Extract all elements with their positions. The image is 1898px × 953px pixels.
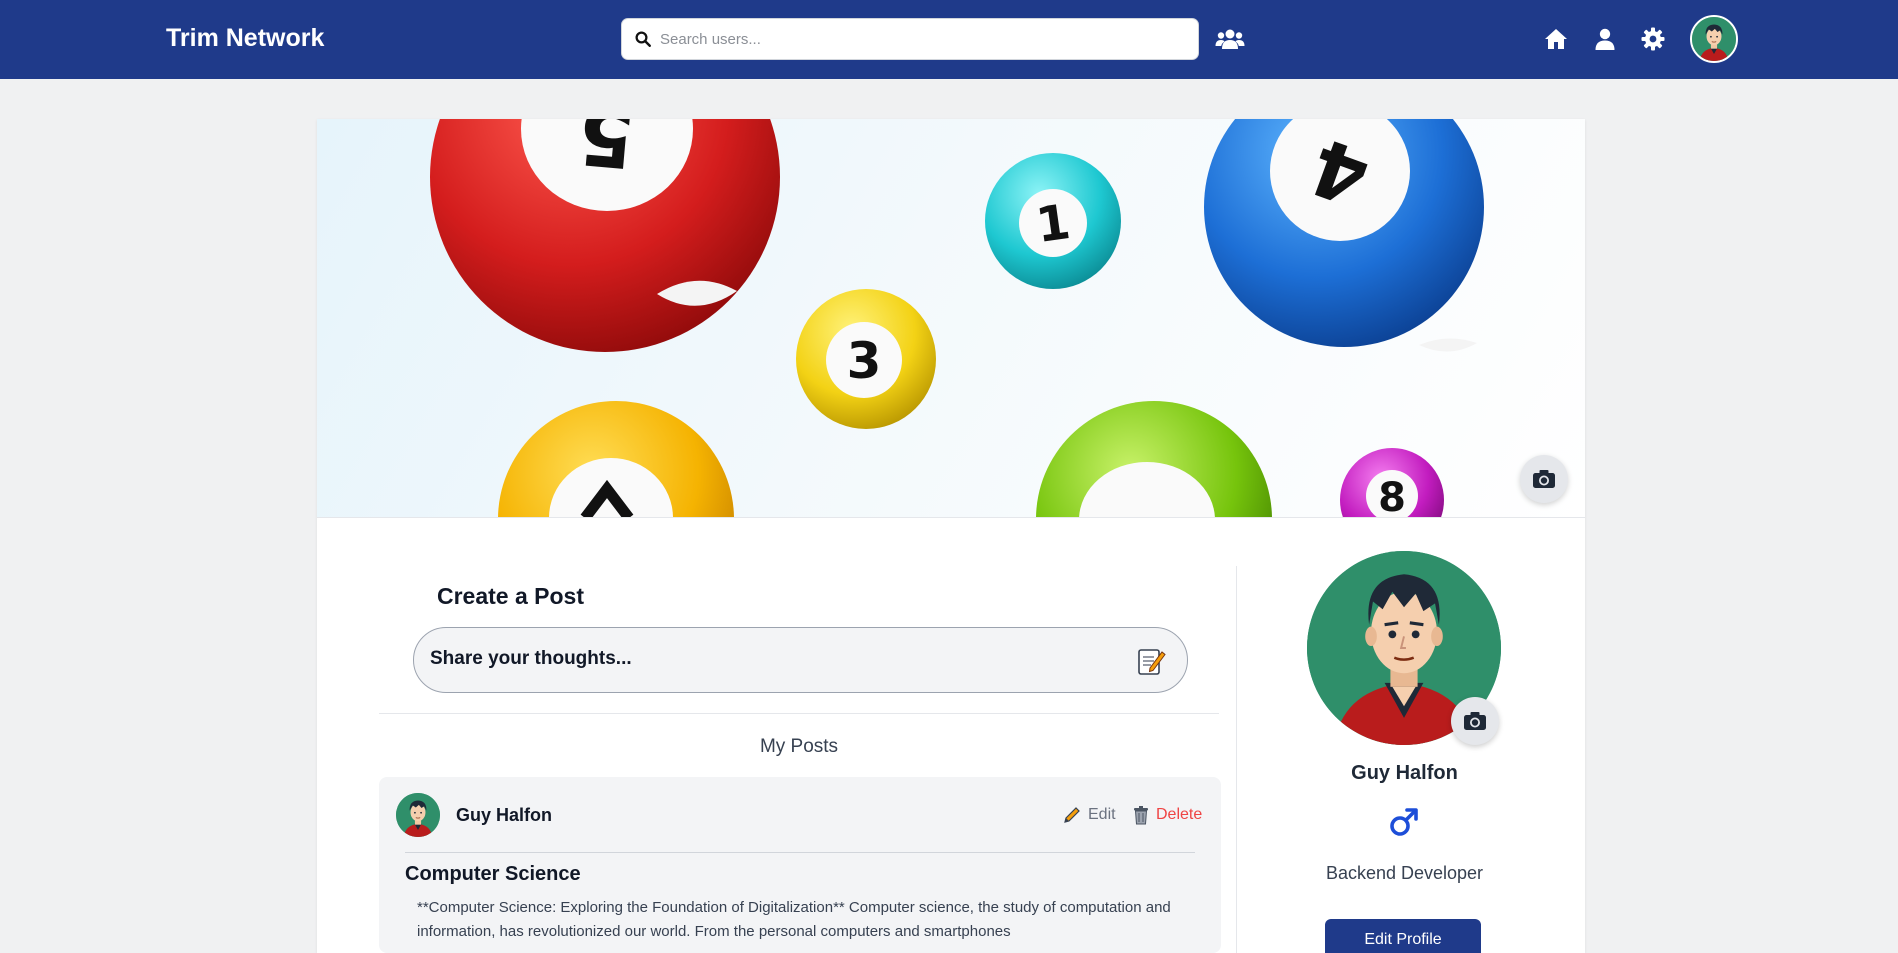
users-icon[interactable] (1215, 27, 1245, 51)
profile-name: Guy Halfon (1351, 762, 1458, 784)
section-divider (379, 713, 1219, 714)
pencil-icon (1064, 807, 1080, 823)
trash-icon (1134, 806, 1148, 825)
search-input[interactable] (660, 19, 1190, 59)
ball-number-3: 3 (847, 332, 882, 390)
post-card: Guy Halfon Edit Delete Computer Science … (379, 777, 1221, 953)
search-bar (621, 18, 1199, 60)
male-icon (1390, 808, 1418, 836)
profile-role: Backend Developer (1325, 863, 1484, 883)
post-divider (405, 852, 1195, 853)
share-thoughts-prompt: Share your thoughts... (430, 648, 632, 669)
gear-icon[interactable] (1641, 27, 1665, 51)
post-author-name[interactable]: Guy Halfon (456, 805, 552, 826)
edit-profile-button[interactable]: Edit Profile (1325, 919, 1481, 953)
share-thoughts-input[interactable]: Share your thoughts... (413, 627, 1188, 693)
post-body: **Computer Science: Exploring the Founda… (417, 899, 1171, 940)
change-avatar-button[interactable] (1451, 697, 1499, 745)
home-icon[interactable] (1544, 27, 1568, 51)
edit-label: Edit (1088, 806, 1116, 823)
cover-photo: 5 1 4 3 8 (317, 119, 1585, 518)
avatar-image (396, 793, 440, 837)
camera-icon (1464, 712, 1486, 730)
ball-number-8: 8 (1378, 475, 1406, 518)
ball-number-5: 5 (575, 119, 639, 185)
brand-logo[interactable]: Trim Network (166, 24, 324, 53)
memo-icon[interactable] (1136, 646, 1166, 676)
post-title: Computer Science (405, 863, 581, 885)
camera-icon (1533, 470, 1555, 488)
top-navbar: Trim Network (0, 0, 1898, 79)
column-divider (1236, 566, 1237, 953)
avatar[interactable] (1690, 15, 1738, 63)
delete-label: Delete (1156, 806, 1203, 823)
lottery-balls-illustration: 5 1 4 3 8 (430, 119, 1484, 518)
my-posts-heading: My Posts (759, 736, 839, 757)
search-icon (635, 31, 651, 47)
user-icon[interactable] (1593, 27, 1617, 51)
change-cover-button[interactable] (1520, 455, 1568, 503)
avatar-image (1692, 17, 1736, 61)
create-post-title: Create a Post (437, 583, 585, 609)
post-author-avatar[interactable] (396, 793, 440, 837)
profile-card: 5 1 4 3 8 Create a Post Share your thoug… (317, 119, 1585, 953)
